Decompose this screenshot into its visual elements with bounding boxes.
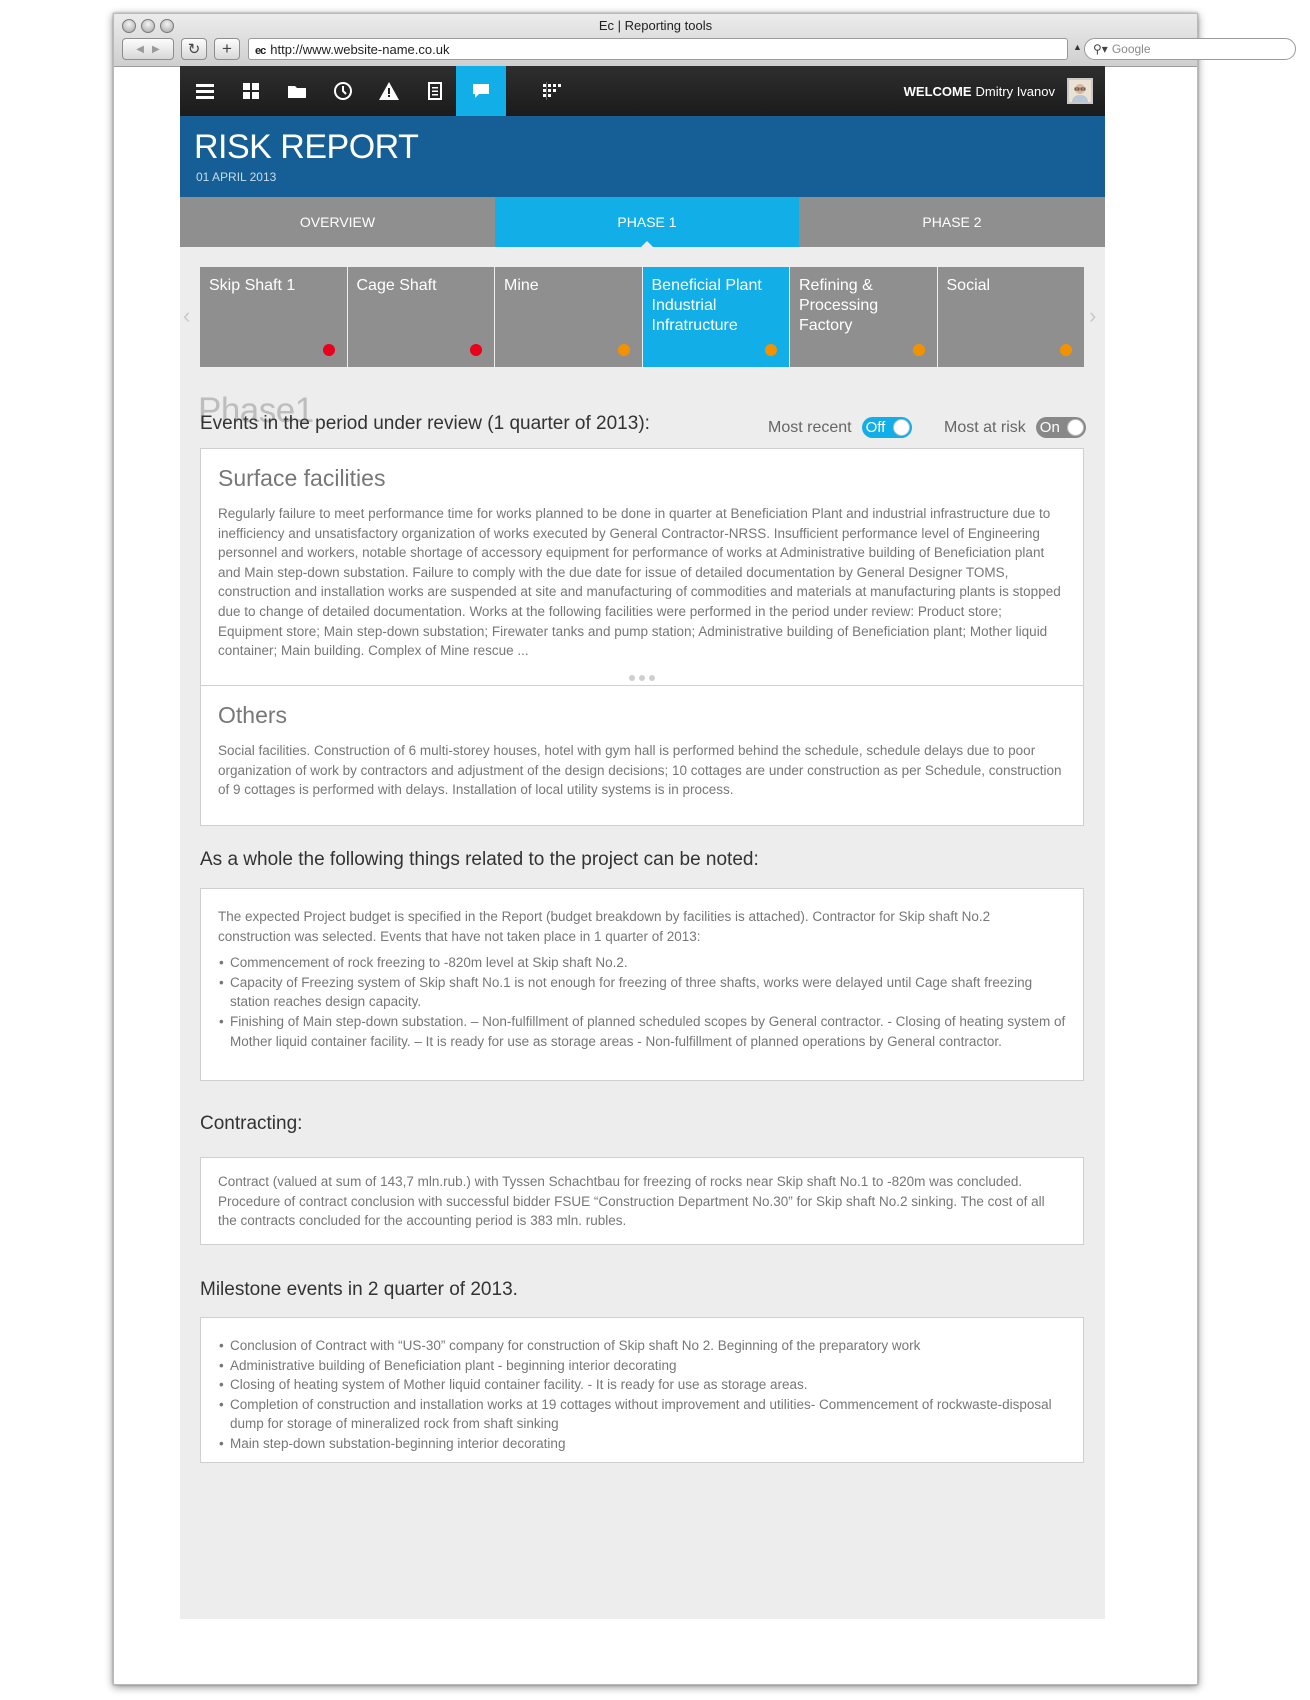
tab-overview[interactable]: OVERVIEW — [180, 197, 495, 247]
status-dot — [322, 344, 335, 356]
contracting-text: Contract (valued at sum of 143,7 mln.rub… — [218, 1174, 1045, 1229]
report-page: WELCOME Dmitry Ivanov RISK REPORT 01 APRI… — [180, 66, 1105, 1619]
folder-icon[interactable] — [272, 66, 322, 116]
surface-facilities-text: Regularly failure to meet performance ti… — [218, 506, 1061, 659]
whole-box: The expected Project budget is specified… — [200, 888, 1084, 1081]
welcome-label: WELCOME — [903, 84, 972, 99]
tab-phase-1[interactable]: PHASE 1 — [495, 197, 799, 248]
milestones-section-title: Milestone events in 2 quarter of 2013. — [200, 1279, 518, 1300]
search-placeholder: Google — [1111, 42, 1151, 56]
tab-phase-2[interactable]: PHASE 2 — [799, 197, 1105, 247]
reload-button[interactable]: ↻ — [181, 38, 207, 60]
forward-arrow-icon[interactable]: ▶ — [152, 44, 160, 55]
reload-icon: ↻ — [187, 41, 201, 58]
list-item: Administrative building of Beneficiation… — [218, 1356, 1066, 1376]
most-at-risk-toggle-group: Most at risk On — [944, 417, 1086, 438]
facility-label: Beneficial Plant Industrial Infratructur… — [651, 277, 762, 334]
facility-beneficial-plant[interactable]: Beneficial Plant Industrial Infratructur… — [642, 267, 789, 367]
avatar[interactable] — [1067, 78, 1093, 104]
milestones-list: Conclusion of Contract with “US-30” comp… — [218, 1336, 1066, 1454]
plus-icon: + — [222, 39, 232, 58]
status-dot — [470, 344, 482, 356]
user-name[interactable]: Dmitry Ivanov — [976, 84, 1055, 99]
window-title: Ec | Reporting tools — [598, 18, 713, 33]
apps-icon[interactable] — [527, 66, 577, 116]
whole-intro-text: The expected Project budget is specified… — [218, 909, 991, 944]
list-item: Commencement of rock freezing to -820m l… — [218, 953, 1066, 973]
status-dot — [1060, 344, 1072, 356]
welcome-message: WELCOME Dmitry Ivanov — [904, 84, 1055, 99]
facility-label: Refining & Processing Factory — [799, 277, 879, 334]
facility-cage-shaft[interactable]: Cage Shaft — [347, 267, 494, 367]
others-panel: Others Social facilities. Construction o… — [201, 686, 1083, 800]
url-dropdown-icon[interactable]: ▲ — [1073, 42, 1082, 52]
most-recent-toggle[interactable]: Off — [861, 417, 912, 438]
others-title: Others — [218, 702, 288, 728]
facility-label: Mine — [504, 277, 539, 294]
status-dot — [765, 344, 777, 356]
status-dot — [617, 344, 630, 356]
contracting-box: Contract (valued at sum of 143,7 mln.rub… — [200, 1157, 1084, 1245]
events-box: Surface facilities Regularly failure to … — [200, 448, 1084, 826]
address-bar[interactable]: ec http://www.website-name.co.uk — [248, 38, 1068, 60]
expand-more-icon[interactable] — [218, 674, 1066, 681]
facility-label: Skip Shaft 1 — [209, 277, 296, 294]
list-item: Capacity of Freezing system of Skip shaf… — [218, 973, 1066, 1012]
clock-icon[interactable] — [318, 66, 368, 116]
others-text: Social facilities. Construction of 6 mul… — [218, 743, 1062, 798]
chat-icon[interactable] — [456, 66, 506, 116]
toggle-state: Off — [865, 419, 886, 436]
list-item: Conclusion of Contract with “US-30” comp… — [218, 1336, 1066, 1356]
list-item: Main step-down substation-beginning inte… — [218, 1434, 1066, 1454]
contracting-section-title: Contracting: — [200, 1113, 303, 1134]
new-tab-button[interactable]: + — [214, 38, 240, 60]
carousel-next-icon[interactable]: › — [1089, 303, 1096, 329]
phase-tabs: OVERVIEW PHASE 1 PHASE 2 — [180, 197, 1105, 248]
menu-icon[interactable] — [180, 66, 230, 116]
site-favicon: ec — [255, 45, 266, 57]
page-title: RISK REPORT — [194, 128, 419, 166]
toggle-knob — [1066, 419, 1084, 436]
surface-facilities-title: Surface facilities — [218, 465, 386, 491]
browser-search-field[interactable]: ⚲▾ Google — [1084, 38, 1296, 60]
toggle-knob — [892, 419, 910, 436]
most-recent-toggle-group: Most recent Off — [768, 417, 912, 438]
whole-section-title: As a whole the following things related … — [200, 849, 759, 870]
toggle-state: On — [1039, 419, 1060, 436]
status-dot — [912, 344, 925, 356]
facility-label: Social — [946, 277, 991, 294]
back-forward-buttons[interactable]: ◀ ▶ — [122, 38, 174, 60]
whole-list: Commencement of rock freezing to -820m l… — [218, 953, 1066, 1051]
warning-icon[interactable] — [364, 66, 414, 116]
browser-chrome: Ec | Reporting tools ◀ ▶ ↻ + ec http://www… — [114, 14, 1296, 67]
app-toolbar: WELCOME Dmitry Ivanov — [180, 66, 1105, 116]
most-at-risk-toggle[interactable]: On — [1035, 417, 1086, 438]
document-icon[interactable] — [410, 66, 460, 116]
milestones-box: Conclusion of Contract with “US-30” comp… — [200, 1317, 1084, 1463]
list-item: Closing of heating system of Mother liqu… — [218, 1375, 1066, 1395]
search-icon: ⚲▾ — [1093, 42, 1108, 56]
most-recent-label: Most recent — [768, 418, 852, 436]
facility-mine[interactable]: Mine — [495, 267, 642, 367]
url-text: http://www.website-name.co.uk — [270, 42, 450, 57]
most-at-risk-label: Most at risk — [944, 418, 1026, 436]
facility-refining-factory[interactable]: Refining & Processing Factory — [790, 267, 937, 367]
report-header: RISK REPORT 01 APRIL 2013 — [180, 116, 1105, 197]
list-item: Completion of construction and installat… — [218, 1395, 1066, 1434]
facility-tiles: Skip Shaft 1 Cage Shaft Mine Beneficial … — [200, 267, 1084, 367]
list-item: Finishing of Main step-down substation. … — [218, 1012, 1066, 1051]
events-section-title: Events in the period under review (1 qua… — [200, 413, 650, 434]
report-date: 01 APRIL 2013 — [196, 170, 277, 184]
carousel-prev-icon[interactable]: ‹ — [183, 303, 190, 329]
facility-social[interactable]: Social — [937, 267, 1084, 367]
back-arrow-icon[interactable]: ◀ — [136, 44, 144, 55]
facility-skip-shaft-1[interactable]: Skip Shaft 1 — [200, 267, 347, 367]
facility-label: Cage Shaft — [356, 277, 437, 294]
grid-icon[interactable] — [226, 66, 276, 116]
surface-facilities-panel: Surface facilities Regularly failure to … — [201, 449, 1083, 685]
